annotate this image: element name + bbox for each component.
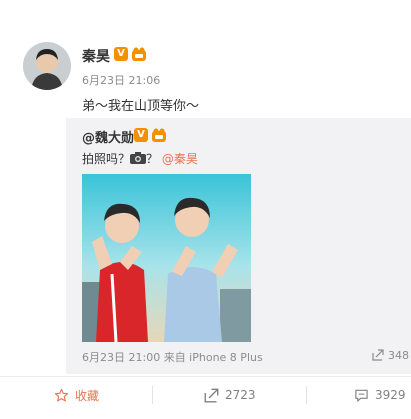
author-name[interactable]: 秦昊 [82,46,110,66]
repost-verified-icon: V [134,128,148,142]
repost-text-prefix: 拍照吗？ [82,152,131,166]
favorite-label: 收藏 [75,388,100,403]
repost-meta[interactable]: 6月23日 21:00 来自 iPhone 8 Plus [82,349,263,365]
action-bar: 收藏 2723 3929 [0,376,411,412]
mention-link[interactable]: @秦昊 [162,152,198,166]
repost-count: 2723 [225,388,256,402]
favorite-button[interactable]: 收藏 [54,377,99,413]
share-icon [204,388,219,402]
repost-button[interactable]: 2723 [204,377,256,413]
comment-button[interactable]: 3929 [354,377,406,413]
avatar-image [23,42,71,90]
repost-photo[interactable] [82,174,251,342]
repost-text: 拍照吗？ ？ @秦昊 [82,150,198,167]
repost-member-level-icon [152,128,166,142]
repost-share-label: 348 [388,349,409,362]
photo-image [82,174,251,342]
avatar[interactable] [23,42,71,90]
action-divider [306,386,307,404]
repost-share-count[interactable]: 348 [372,349,409,362]
share-icon [372,349,384,361]
repost-text-mid: ？ [146,152,159,166]
camera-icon [130,152,147,164]
post-text: 弟～我在山顶等你～ [82,99,200,114]
comment-count: 3929 [375,388,406,402]
action-divider [152,386,153,404]
star-icon [54,388,69,401]
post-timestamp[interactable]: 6月23日 21:06 [82,72,160,88]
comment-icon [355,389,368,402]
repost-author-name[interactable]: @魏大勋 [82,127,134,146]
verified-icon: V [114,47,128,61]
member-level-icon [132,47,146,61]
